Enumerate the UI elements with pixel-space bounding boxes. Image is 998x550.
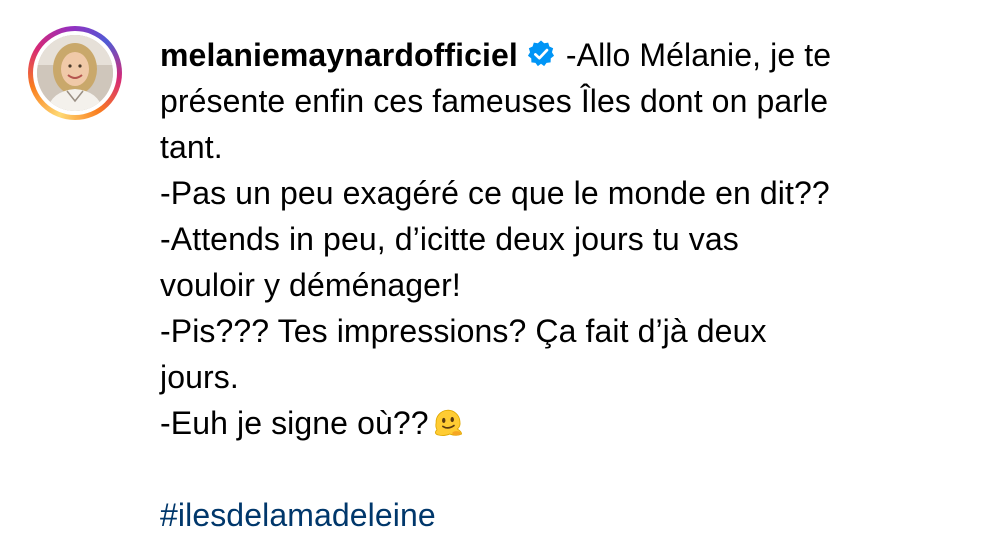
caption-last-line: -Euh je signe où?? <box>160 400 960 446</box>
caption-line: -Allo Mélanie, je te <box>565 37 832 73</box>
caption-hashtag-line: #ilesdelamadeleine <box>160 492 960 538</box>
post-caption: melaniemaynardofficiel -Allo Mélanie, je… <box>160 32 960 538</box>
caption-line: tant. <box>160 129 223 165</box>
avatar[interactable] <box>37 35 113 111</box>
caption-line: vouloir y déménager! <box>160 267 461 303</box>
caption-first-line: melaniemaynardofficiel -Allo Mélanie, je… <box>160 32 960 78</box>
caption-line: présente enfin ces fameuses Îles dont on… <box>160 83 829 119</box>
caption-line: -Pas un peu exagéré ce que le monde en d… <box>160 175 830 211</box>
caption-line: -Euh je signe où?? <box>160 405 429 441</box>
caption-line: -Attends in peu, d’icitte deux jours tu … <box>160 221 739 257</box>
caption-line: -Pis??? Tes impressions? Ça fait d’jà de… <box>160 313 767 349</box>
avatar-photo <box>37 35 113 111</box>
hashtag-link[interactable]: #ilesdelamadeleine <box>160 497 436 533</box>
melting-face-emoji <box>434 409 462 437</box>
verified-badge-icon <box>527 40 554 67</box>
caption-line: jours. <box>160 359 239 395</box>
username-link[interactable]: melaniemaynardofficiel <box>160 37 518 73</box>
instagram-post-caption: melaniemaynardofficiel -Allo Mélanie, je… <box>0 0 998 550</box>
avatar-border <box>33 31 117 115</box>
story-ring[interactable] <box>28 26 122 120</box>
